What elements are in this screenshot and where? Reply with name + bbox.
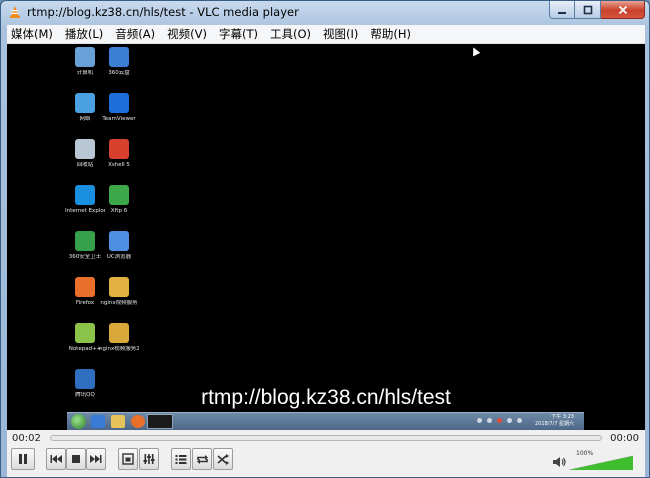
- desktop-icon-label: Xftp 6: [110, 208, 128, 214]
- notepad-icon: [75, 323, 95, 343]
- menu-audio[interactable]: 音频(A): [115, 26, 155, 42]
- elapsed-time: 00:02: [12, 433, 41, 444]
- taskbar-terminal-icon: [147, 414, 173, 429]
- taskbar-explorer-icon: [91, 415, 105, 428]
- xshell-icon: [109, 139, 129, 159]
- playback-controls: 00:02 00:00 100%: [7, 430, 645, 477]
- loop-button[interactable]: [192, 448, 212, 470]
- skip-back-icon: [50, 455, 62, 463]
- playlist-icon: [175, 454, 187, 464]
- menu-subtitle[interactable]: 字幕(T): [219, 26, 258, 42]
- system-tray: [472, 418, 522, 423]
- cloud-drive-icon: [109, 47, 129, 67]
- close-button[interactable]: [601, 1, 645, 19]
- menu-tools[interactable]: 工具(O): [270, 26, 311, 42]
- desktop-icon: nginx视频服务: [99, 277, 139, 307]
- security-icon: [75, 231, 95, 251]
- uc-browser-icon: [109, 231, 129, 251]
- equalizer-icon: [143, 454, 155, 464]
- ie-icon: [75, 185, 95, 205]
- menu-view[interactable]: 视图(I): [323, 26, 358, 42]
- teamviewer-icon: [109, 93, 129, 113]
- pause-button[interactable]: [11, 448, 35, 470]
- extended-settings-button[interactable]: [139, 448, 159, 470]
- computer-icon: [75, 47, 95, 67]
- desktop-icon: Xftp 6: [99, 185, 139, 215]
- desktop-icon-label: UC浏览器: [106, 254, 132, 260]
- fullscreen-button[interactable]: [118, 448, 138, 470]
- mouse-cursor-icon: [469, 45, 481, 57]
- next-button[interactable]: [86, 448, 106, 470]
- menu-media[interactable]: 媒体(M): [11, 26, 53, 42]
- firefox-icon: [75, 277, 95, 297]
- total-time: 00:00: [610, 433, 639, 444]
- seek-slider[interactable]: [50, 435, 602, 441]
- recycle-bin-icon: [75, 139, 95, 159]
- desktop-icon: TeamViewer: [99, 93, 139, 123]
- taskbar-folder-icon: [111, 415, 125, 428]
- minimize-button[interactable]: [549, 1, 575, 19]
- loop-icon: [196, 454, 208, 464]
- playlist-button[interactable]: [171, 448, 191, 470]
- menu-video[interactable]: 视频(V): [167, 26, 207, 42]
- desktop-icon-label: 360云盘: [108, 70, 130, 76]
- vlc-window: rtmp://blog.kz38.cn/hls/test - VLC media…: [0, 0, 650, 478]
- taskbar-firefox-icon: [131, 415, 145, 428]
- desktop-icon: 360云盘: [99, 47, 139, 77]
- desktop-icon: nginx视频服务2: [99, 323, 139, 353]
- stream-url-overlay: rtmp://blog.kz38.cn/hls/test: [201, 386, 451, 409]
- window-title: rtmp://blog.kz38.cn/hls/test - VLC media…: [27, 5, 299, 19]
- desktop-icon-label: nginx视频服务: [100, 300, 138, 306]
- minimize-icon: [558, 11, 566, 14]
- previous-button[interactable]: [46, 448, 66, 470]
- menu-help[interactable]: 帮助(H): [370, 26, 411, 42]
- xftp-icon: [109, 185, 129, 205]
- start-orb-icon: [71, 414, 86, 429]
- desktop-icon: Xshell 5: [99, 139, 139, 169]
- shuffle-icon: [216, 453, 229, 465]
- close-icon: [618, 5, 627, 14]
- volume-slider[interactable]: [569, 451, 633, 470]
- shuffle-button[interactable]: [213, 448, 233, 470]
- maximize-button[interactable]: [575, 1, 601, 19]
- menu-bar: 媒体(M) 播放(L) 音频(A) 视频(V) 字幕(T) 工具(O) 视图(I…: [7, 25, 645, 44]
- maximize-icon: [583, 5, 592, 14]
- archive-icon: [109, 323, 129, 343]
- stop-button[interactable]: [66, 448, 86, 470]
- desktop-icon: UC浏览器: [99, 231, 139, 261]
- desktop-icon-label: nginx视频服务2: [99, 346, 139, 352]
- stop-icon: [72, 455, 80, 463]
- volume-icon[interactable]: [552, 456, 566, 468]
- menu-playback[interactable]: 播放(L): [65, 26, 103, 42]
- desktop-icon-label: Xshell 5: [108, 162, 130, 168]
- pause-icon: [19, 454, 27, 464]
- title-bar[interactable]: rtmp://blog.kz38.cn/hls/test - VLC media…: [1, 1, 649, 23]
- vlc-cone-icon: [10, 6, 20, 18]
- skip-forward-icon: [90, 455, 102, 463]
- network-icon: [75, 93, 95, 113]
- fullscreen-icon: [122, 453, 134, 465]
- desktop-icon-label: TeamViewer: [102, 116, 136, 122]
- taskbar-clock: 下午 3:23 2018/7/7 星期六: [534, 414, 574, 427]
- folder-icon: [109, 277, 129, 297]
- streamed-taskbar: 下午 3:23 2018/7/7 星期六: [67, 412, 584, 430]
- video-area[interactable]: 计算机 360云盘 网络 TeamViewer 回收站 Xshell 5 Internet …: [7, 44, 645, 430]
